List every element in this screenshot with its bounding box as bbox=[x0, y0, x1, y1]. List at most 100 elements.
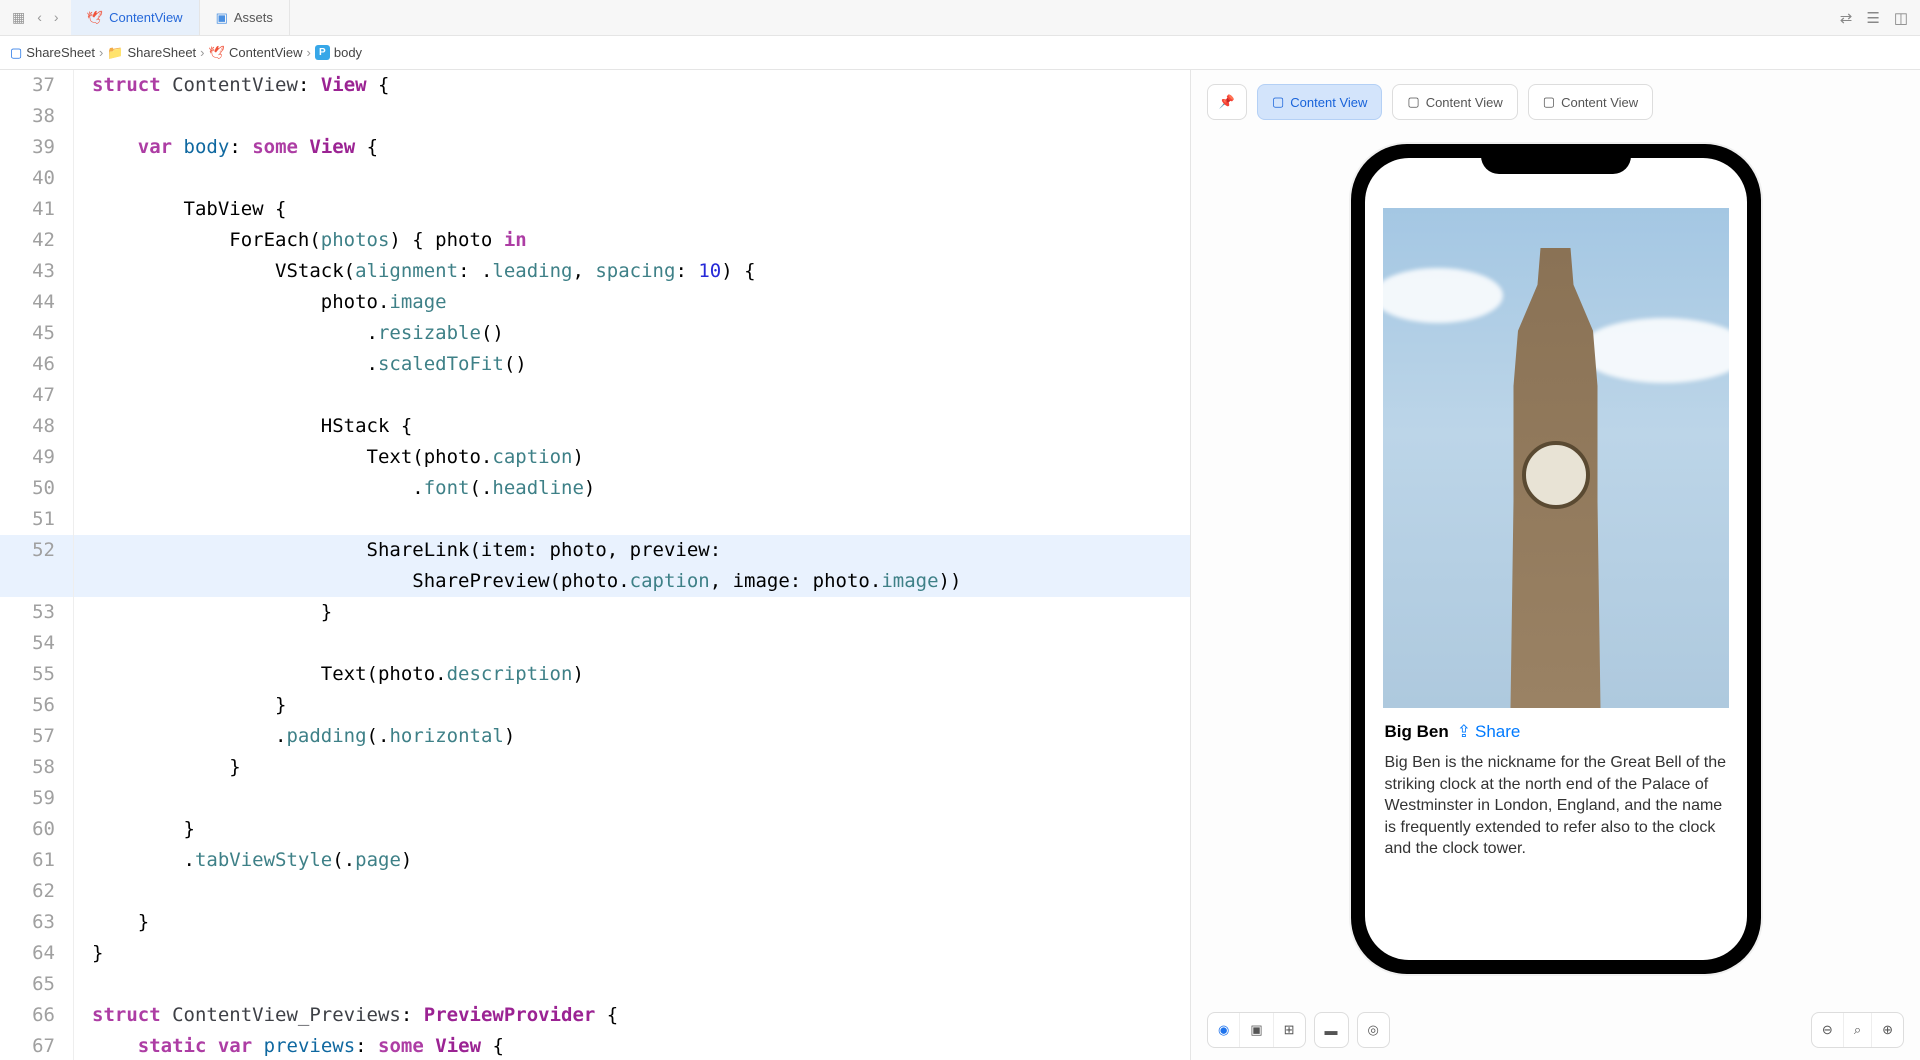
code-line[interactable]: 60 } bbox=[0, 814, 1190, 845]
code-line[interactable]: 63 } bbox=[0, 907, 1190, 938]
code-line[interactable]: 67 static var previews: some View { bbox=[0, 1031, 1190, 1060]
breadcrumb-property[interactable]: P body bbox=[315, 45, 362, 60]
list-icon[interactable]: ☰ bbox=[1866, 9, 1879, 27]
refresh-icon[interactable]: ⇄ bbox=[1840, 9, 1853, 27]
code-content[interactable]: ShareLink(item: photo, preview: bbox=[92, 535, 721, 566]
accessibility-button[interactable]: ◎ bbox=[1358, 1013, 1389, 1047]
share-icon: ⇪ bbox=[1457, 722, 1471, 742]
line-number: 57 bbox=[0, 721, 74, 752]
code-content[interactable]: Text(photo.caption) bbox=[92, 442, 584, 473]
grid-preview-button[interactable]: ⊞ bbox=[1273, 1013, 1305, 1047]
phone-icon: ▢ bbox=[1543, 94, 1555, 110]
code-line[interactable]: 44 photo.image bbox=[0, 287, 1190, 318]
line-number: 59 bbox=[0, 783, 74, 814]
code-content[interactable]: } bbox=[92, 814, 195, 845]
zoom-fit-button[interactable]: ⌕ bbox=[1843, 1013, 1871, 1047]
code-content[interactable]: TabView { bbox=[92, 194, 286, 225]
tab-label: Assets bbox=[234, 10, 273, 25]
breadcrumb-folder[interactable]: 📁 ShareSheet bbox=[107, 45, 196, 61]
code-line[interactable]: 56 } bbox=[0, 690, 1190, 721]
code-line[interactable]: 41 TabView { bbox=[0, 194, 1190, 225]
code-line[interactable]: 42 ForEach(photos) { photo in bbox=[0, 225, 1190, 256]
pin-preview-button[interactable]: 📌 bbox=[1207, 84, 1247, 120]
code-content[interactable]: .tabViewStyle(.page) bbox=[92, 845, 412, 876]
code-line[interactable]: 46 .scaledToFit() bbox=[0, 349, 1190, 380]
code-line[interactable]: 64} bbox=[0, 938, 1190, 969]
code-content[interactable]: .font(.headline) bbox=[92, 473, 595, 504]
code-line[interactable]: 62 bbox=[0, 876, 1190, 907]
preview-tab-1[interactable]: ▢ Content View bbox=[1257, 84, 1382, 120]
code-line[interactable]: 55 Text(photo.description) bbox=[0, 659, 1190, 690]
device-button[interactable]: ▬ bbox=[1315, 1013, 1348, 1047]
code-content[interactable]: } bbox=[92, 752, 241, 783]
code-content[interactable]: } bbox=[92, 938, 103, 969]
code-line[interactable]: 51 bbox=[0, 504, 1190, 535]
line-number: 45 bbox=[0, 318, 74, 349]
selectable-preview-button[interactable]: ▣ bbox=[1239, 1013, 1272, 1047]
line-number: 64 bbox=[0, 938, 74, 969]
live-preview-button[interactable]: ◉ bbox=[1208, 1013, 1239, 1047]
accessibility-group: ◎ bbox=[1357, 1012, 1390, 1048]
code-content[interactable]: struct ContentView_Previews: PreviewProv… bbox=[92, 1000, 618, 1031]
code-content[interactable]: struct ContentView: View { bbox=[92, 70, 389, 101]
code-line[interactable]: 65 bbox=[0, 969, 1190, 1000]
code-content[interactable]: static var previews: some View { bbox=[92, 1031, 504, 1060]
line-number: 37 bbox=[0, 70, 74, 101]
code-line[interactable]: SharePreview(photo.caption, image: photo… bbox=[0, 566, 1190, 597]
tab-assets[interactable]: ▣ Assets bbox=[200, 0, 290, 35]
code-line[interactable]: 39 var body: some View { bbox=[0, 132, 1190, 163]
line-number: 67 bbox=[0, 1031, 74, 1060]
code-line[interactable]: 38 bbox=[0, 101, 1190, 132]
property-icon: P bbox=[315, 45, 330, 60]
code-content[interactable]: var body: some View { bbox=[92, 132, 378, 163]
line-number: 51 bbox=[0, 504, 74, 535]
nav-forward-button[interactable]: › bbox=[50, 7, 63, 28]
code-content[interactable]: } bbox=[92, 597, 332, 628]
code-line[interactable]: 47 bbox=[0, 380, 1190, 411]
code-content[interactable]: .resizable() bbox=[92, 318, 504, 349]
preview-tab-2[interactable]: ▢ Content View bbox=[1392, 84, 1517, 120]
code-editor[interactable]: 37 struct ContentView: View {3839 var bod… bbox=[0, 70, 1190, 1060]
nav-back-button[interactable]: ‹ bbox=[33, 7, 46, 28]
breadcrumb-project[interactable]: ▢ ShareSheet bbox=[10, 45, 95, 61]
line-number: 53 bbox=[0, 597, 74, 628]
zoom-out-button[interactable]: ⊖ bbox=[1812, 1013, 1843, 1047]
code-line[interactable]: 53 } bbox=[0, 597, 1190, 628]
code-line[interactable]: 57 .padding(.horizontal) bbox=[0, 721, 1190, 752]
phone-screen[interactable]: Big Ben ⇪ Share Big Ben is the nickname … bbox=[1365, 158, 1747, 960]
code-content[interactable]: .padding(.horizontal) bbox=[92, 721, 515, 752]
code-content[interactable]: ForEach(photos) { photo in bbox=[92, 225, 527, 256]
zoom-in-button[interactable]: ⊕ bbox=[1871, 1013, 1903, 1047]
code-content[interactable]: Text(photo.description) bbox=[92, 659, 584, 690]
line-number: 50 bbox=[0, 473, 74, 504]
code-line[interactable]: 49 Text(photo.caption) bbox=[0, 442, 1190, 473]
code-content[interactable]: SharePreview(photo.caption, image: photo… bbox=[92, 566, 961, 597]
apps-grid-icon[interactable]: ▦ bbox=[8, 7, 29, 28]
code-content[interactable]: photo.image bbox=[92, 287, 447, 318]
share-button[interactable]: ⇪ Share bbox=[1457, 722, 1521, 742]
code-line[interactable]: 37 struct ContentView: View { bbox=[0, 70, 1190, 101]
code-content[interactable]: } bbox=[92, 690, 286, 721]
code-content[interactable]: VStack(alignment: .leading, spacing: 10)… bbox=[92, 256, 756, 287]
code-content[interactable]: HStack { bbox=[92, 411, 412, 442]
code-line[interactable]: 52 ShareLink(item: photo, preview: bbox=[0, 535, 1190, 566]
code-line[interactable]: 50 .font(.headline) bbox=[0, 473, 1190, 504]
tab-label: ContentView bbox=[109, 10, 182, 25]
code-content[interactable]: .scaledToFit() bbox=[92, 349, 527, 380]
code-line[interactable]: 40 bbox=[0, 163, 1190, 194]
code-line[interactable]: 66struct ContentView_Previews: PreviewPr… bbox=[0, 1000, 1190, 1031]
code-line[interactable]: 45 .resizable() bbox=[0, 318, 1190, 349]
code-line[interactable]: 58 } bbox=[0, 752, 1190, 783]
line-number: 40 bbox=[0, 163, 74, 194]
line-number: 48 bbox=[0, 411, 74, 442]
code-line[interactable]: 48 HStack { bbox=[0, 411, 1190, 442]
code-content[interactable]: } bbox=[92, 907, 149, 938]
breadcrumb-file[interactable]: 🕊 ContentView bbox=[209, 45, 303, 61]
code-line[interactable]: 61 .tabViewStyle(.page) bbox=[0, 845, 1190, 876]
preview-tab-3[interactable]: ▢ Content View bbox=[1528, 84, 1653, 120]
tab-contentview[interactable]: 🕊 ContentView bbox=[71, 0, 200, 35]
code-line[interactable]: 59 bbox=[0, 783, 1190, 814]
panels-icon[interactable]: ◫ bbox=[1894, 9, 1908, 27]
code-line[interactable]: 43 VStack(alignment: .leading, spacing: … bbox=[0, 256, 1190, 287]
code-line[interactable]: 54 bbox=[0, 628, 1190, 659]
